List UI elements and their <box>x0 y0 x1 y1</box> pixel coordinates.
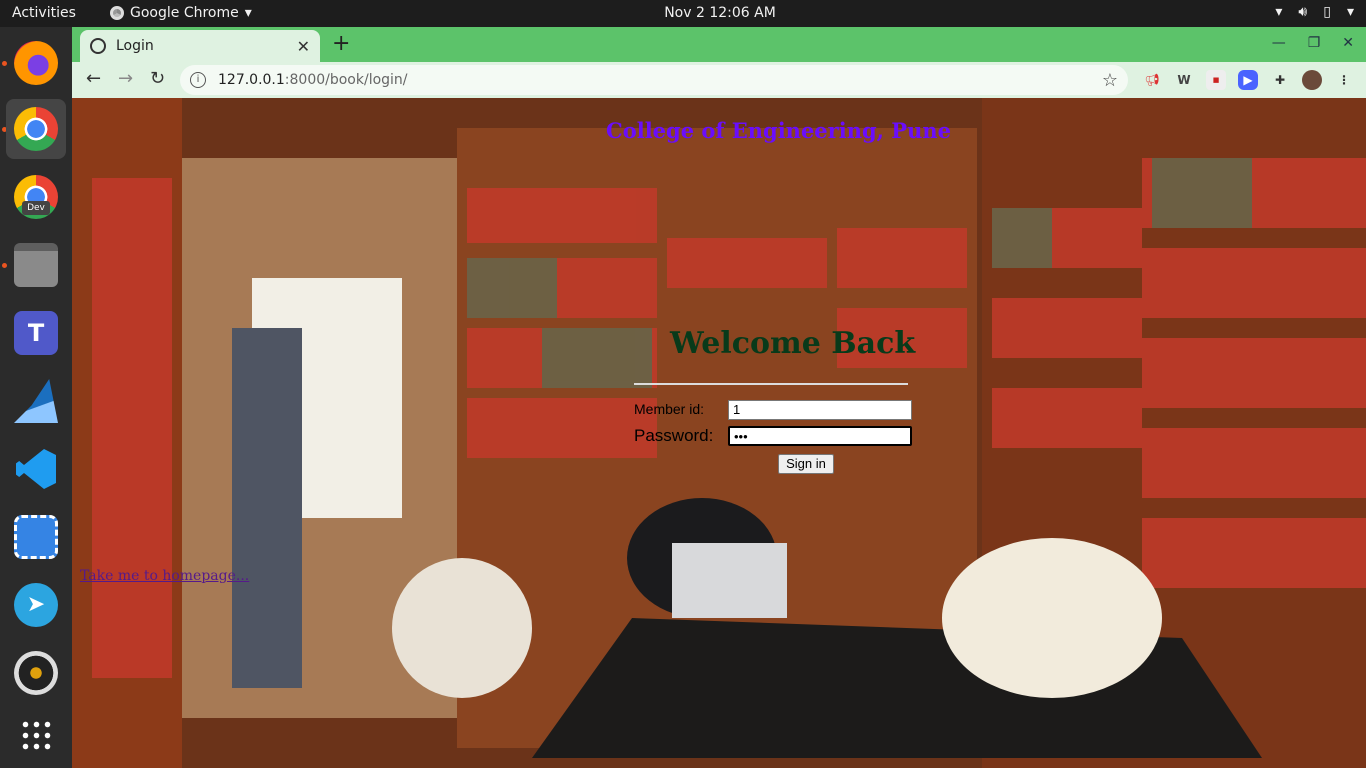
battery-icon: ▯ <box>1323 4 1331 20</box>
system-top-bar: Activities Google Chrome ▾ Nov 2 12:06 A… <box>0 0 1366 27</box>
homepage-link[interactable]: Take me to homepage... <box>80 568 249 584</box>
minimize-icon[interactable]: — <box>1272 35 1286 51</box>
volume-icon: 🔊︎ <box>1298 4 1308 20</box>
dev-badge: Dev <box>22 201 50 215</box>
tab-title: Login <box>116 38 154 54</box>
dock-screenshot[interactable] <box>6 507 66 567</box>
extensions-puzzle-icon[interactable]: ✚ <box>1270 70 1290 90</box>
chrome-icon <box>14 107 58 151</box>
dock-telegram[interactable]: ➤ <box>6 575 66 635</box>
close-window-icon[interactable]: ✕ <box>1342 35 1354 51</box>
login-page: College of Engineering, Pune Welcome Bac… <box>72 98 1366 768</box>
back-arrow-icon[interactable]: ← <box>86 68 101 89</box>
url-host: 127.0.0.1 <box>218 72 285 88</box>
dock-show-apps[interactable] <box>6 705 66 765</box>
dock-teams[interactable]: T <box>6 303 66 363</box>
restore-icon[interactable]: ❐ <box>1308 35 1321 51</box>
bookmark-star-icon[interactable]: ☆ <box>1102 70 1118 91</box>
zoom-extension-icon[interactable]: ▶ <box>1238 70 1258 90</box>
system-status-area[interactable]: ▾ 🔊︎ ▯ ▾ <box>1275 4 1354 20</box>
member-id-label: Member id: <box>634 401 705 417</box>
screenshot-icon <box>14 515 58 559</box>
globe-icon <box>90 38 106 54</box>
browser-toolbar: ← → ↻ i 127.0.0.1 :8000/book/login/ ☆ 📢︎… <box>72 62 1366 98</box>
vscode-icon <box>16 449 56 489</box>
welcome-heading: Welcome Back <box>670 326 916 361</box>
wifi-icon: ▾ <box>1275 4 1283 20</box>
rhythmbox-icon <box>14 651 58 695</box>
password-label: Password: <box>634 426 714 445</box>
announcement-extension-icon[interactable]: 📢︎ <box>1142 70 1162 90</box>
tab-login[interactable]: Login ✕ <box>80 30 320 62</box>
files-icon <box>14 243 58 287</box>
dock-rhythmbox[interactable] <box>6 643 66 703</box>
dock-chrome-dev[interactable]: Dev <box>6 167 66 227</box>
url-path: :8000/book/login/ <box>284 72 408 88</box>
chrome-dev-icon: Dev <box>14 175 58 219</box>
more-menu-icon[interactable]: ⋮ <box>1334 70 1354 90</box>
address-bar[interactable]: i 127.0.0.1 :8000/book/login/ ☆ <box>180 65 1128 95</box>
reload-icon[interactable]: ↻ <box>150 68 165 89</box>
news-extension-icon[interactable]: ■ <box>1206 70 1226 90</box>
wikipedia-extension-icon[interactable]: W <box>1174 70 1194 90</box>
divider <box>634 383 908 385</box>
password-input[interactable]: ••• <box>728 426 912 446</box>
wireshark-icon <box>14 379 58 423</box>
firefox-icon <box>14 41 58 85</box>
new-tab-button[interactable]: + <box>332 31 350 56</box>
library-background-image <box>72 98 1366 768</box>
dock-chrome[interactable] <box>6 99 66 159</box>
member-id-input[interactable]: 1 <box>728 400 912 420</box>
browser-window: Login ✕ + — ❐ ✕ ← → ↻ i 127.0.0.1 :8000/… <box>72 27 1366 768</box>
dock: Dev T ➤ <box>0 27 72 768</box>
power-menu-icon: ▾ <box>1346 4 1354 20</box>
dock-files[interactable] <box>6 235 66 295</box>
close-icon[interactable]: ✕ <box>297 37 310 56</box>
profile-avatar[interactable] <box>1302 70 1322 90</box>
telegram-icon: ➤ <box>14 583 58 627</box>
forward-arrow-icon[interactable]: → <box>118 68 133 89</box>
dock-wireshark[interactable] <box>6 371 66 431</box>
window-controls: — ❐ ✕ <box>1272 35 1354 51</box>
site-info-icon[interactable]: i <box>190 72 206 88</box>
tab-strip: Login ✕ + — ❐ ✕ <box>72 27 1366 62</box>
dock-vscode[interactable] <box>6 439 66 499</box>
clock[interactable]: Nov 2 12:06 AM <box>0 5 1366 21</box>
dock-firefox[interactable] <box>6 33 66 93</box>
app-grid-icon <box>20 719 52 751</box>
college-title: College of Engineering, Pune <box>606 118 951 143</box>
teams-icon: T <box>14 311 58 355</box>
sign-in-button[interactable]: Sign in <box>778 454 834 474</box>
